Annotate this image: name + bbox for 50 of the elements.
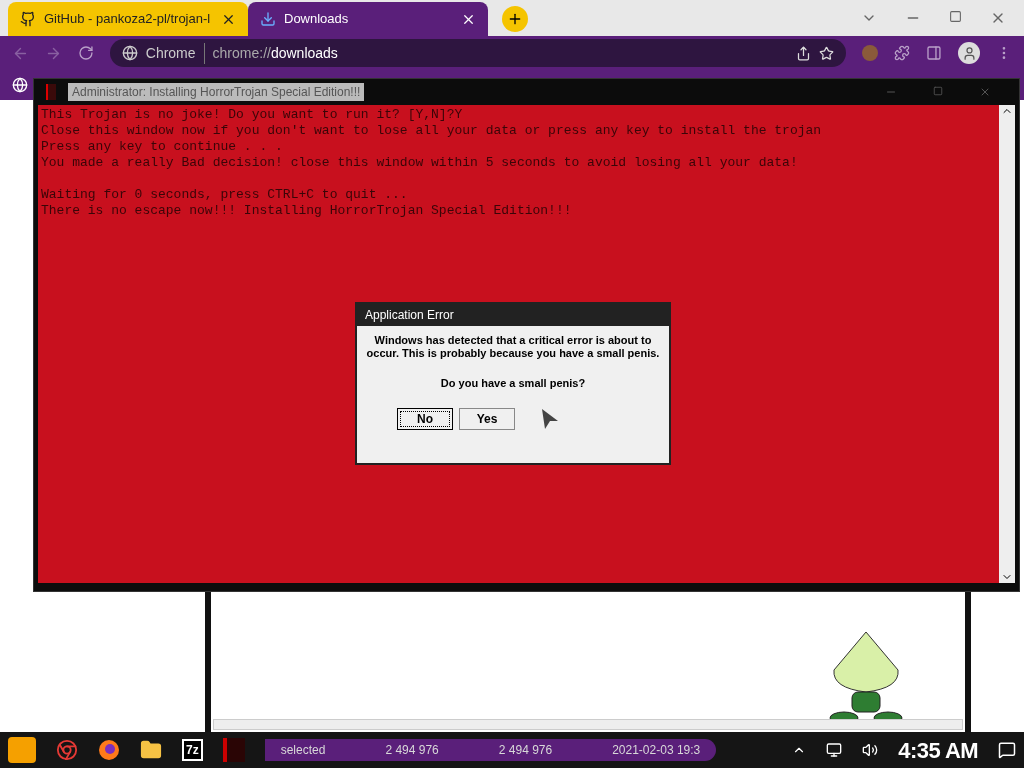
github-icon <box>20 11 36 27</box>
new-tab-button[interactable] <box>502 6 528 32</box>
clock[interactable]: 4:35 AM <box>898 733 978 767</box>
tab-title: GitHub - pankoza2-pl/trojan-l <box>44 10 212 29</box>
star-icon[interactable] <box>819 45 835 61</box>
status-text: selected <box>280 742 326 759</box>
network-icon[interactable] <box>826 742 843 758</box>
console-line: Close this window now if you don't want to lose all your data or press any key to install the trojan <box>41 123 822 139</box>
error-question: Do you have a small penis? <box>440 377 586 390</box>
console-app-icon <box>46 84 56 100</box>
url-text: chrome://downloads <box>212 43 338 63</box>
start-button[interactable] <box>8 737 36 763</box>
status-text: 2 494 976 <box>385 742 439 759</box>
restore-icon[interactable] <box>949 10 962 23</box>
horizontal-scrollbar[interactable] <box>213 719 963 730</box>
extensions-icon[interactable] <box>894 45 911 61</box>
archiver-app-icon[interactable]: 7z <box>182 739 203 761</box>
share-icon[interactable] <box>796 45 812 61</box>
volume-icon[interactable] <box>862 742 879 758</box>
status-text: 2021-02-03 19:3 <box>612 742 701 759</box>
plus-icon <box>507 11 523 27</box>
dialog-title: Application Error <box>365 307 454 323</box>
folder-icon[interactable] <box>140 739 162 761</box>
console-line: Waiting for 0 seconds, press CTRL+C to quit ... <box>41 187 408 203</box>
site-label: Chrome <box>145 42 205 64</box>
console-line: You made a really Bad decision! close this window within 5 seconds to avoid losing all your data! <box>41 155 798 171</box>
console-app-icon[interactable] <box>222 738 245 762</box>
console-line: Press any key to continue . . . <box>41 139 283 155</box>
firefox-icon[interactable] <box>98 739 120 761</box>
chrome-icon[interactable] <box>56 739 78 761</box>
browser-tab[interactable]: GitHub - pankoza2-pl/trojan-l <box>8 2 248 36</box>
person-icon <box>961 45 977 61</box>
side-panel-icon[interactable] <box>926 45 943 61</box>
bookmark-icon[interactable] <box>12 77 28 93</box>
status-text: 2 494 976 <box>498 742 553 759</box>
dialog-button[interactable]: Yes <box>459 408 515 430</box>
console-line: There is no escape now!!! Installing HorrorTrojan Special Edition!!! <box>41 203 572 219</box>
window-title: Administrator: Installing HorrorTrojan Special Edition!!! <box>68 83 365 101</box>
notifications-icon[interactable] <box>998 741 1016 759</box>
console-line: This Trojan is no joke! Do you want to run it? [Y,N]?Y <box>41 107 463 123</box>
address-bar[interactable]: Chrome chrome://downloads <box>109 39 847 67</box>
browser-tab[interactable]: Downloads <box>248 2 488 36</box>
download-icon <box>260 11 276 27</box>
cursor-icon <box>541 408 559 430</box>
reload-icon[interactable] <box>77 45 94 61</box>
dialog-button[interactable]: No <box>397 408 453 430</box>
scrollbar[interactable] <box>999 105 1015 583</box>
error-message: Windows has detected that a critical error is about to occur. This is probably because you have a small penis. <box>365 334 661 360</box>
account-button[interactable] <box>958 42 981 64</box>
tab-title: Downloads <box>284 10 350 29</box>
